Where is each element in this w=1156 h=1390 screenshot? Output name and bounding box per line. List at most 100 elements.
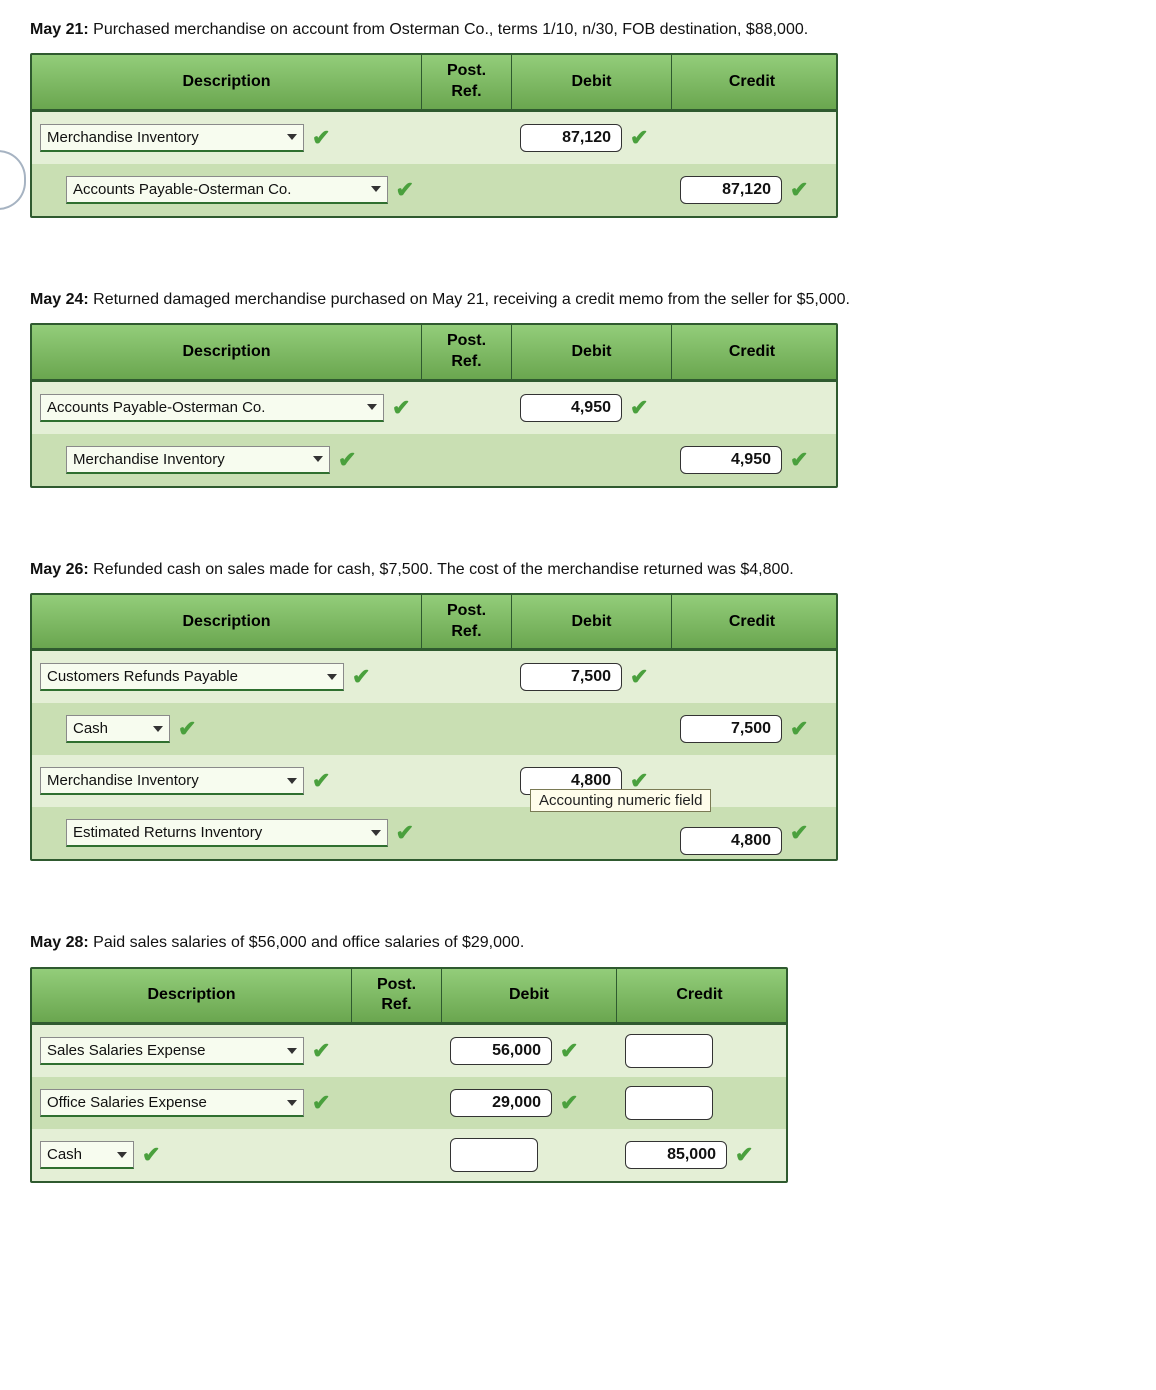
description-cell: Cash ✔ <box>32 1129 352 1181</box>
chevron-down-icon <box>327 674 337 680</box>
header-post-ref-label: Post. Ref. <box>447 331 486 373</box>
journal-row: Accounts Payable-Osterman Co.✔4,950✔ <box>32 382 836 434</box>
debit-input[interactable] <box>450 1138 538 1172</box>
check-icon: ✔ <box>392 397 410 419</box>
header-description-label: Description <box>182 73 270 91</box>
account-select[interactable]: Merchandise Inventory <box>66 446 330 474</box>
journal-row: Merchandise Inventory ✔87,120 ✔ <box>32 112 836 164</box>
check-icon: ✔ <box>142 1144 160 1166</box>
account-select-value: Cash <box>47 1146 82 1163</box>
account-select[interactable]: Merchandise Inventory <box>40 767 304 795</box>
description-cell: Merchandise Inventory ✔ <box>32 434 422 486</box>
credit-cell: Accounting numeric field4,800✔ <box>672 807 832 859</box>
debit-input[interactable]: 56,000 <box>450 1037 552 1065</box>
check-icon: ✔ <box>338 449 356 471</box>
header-post-ref: Post. Ref. <box>422 55 512 109</box>
check-icon: ✔ <box>790 822 808 844</box>
debit-cell <box>512 703 672 755</box>
debit-input[interactable]: 29,000 <box>450 1089 552 1117</box>
entry-text: Refunded cash on sales made for cash, $7… <box>93 561 794 578</box>
check-icon: ✔ <box>630 666 648 688</box>
account-select[interactable]: Customers Refunds Payable <box>40 663 344 691</box>
account-select-value: Cash <box>73 720 108 737</box>
credit-cell: 7,500 ✔ <box>672 703 832 755</box>
entry-prompt: May 24: Returned damaged merchandise pur… <box>30 288 1126 311</box>
account-select-value: Merchandise Inventory <box>47 129 199 146</box>
header-description-label: Description <box>182 343 270 361</box>
header-credit: Credit <box>617 969 782 1023</box>
credit-input[interactable] <box>625 1034 713 1068</box>
account-select[interactable]: Office Salaries Expense <box>40 1089 304 1117</box>
entry-text: Returned damaged merchandise purchased o… <box>93 291 850 308</box>
chevron-down-icon <box>287 1100 297 1106</box>
debit-input[interactable]: 4,950 <box>520 394 622 422</box>
header-debit: Debit <box>512 325 672 379</box>
header-credit: Credit <box>672 55 832 109</box>
description-cell: Accounts Payable-Osterman Co.✔ <box>32 164 422 216</box>
debit-cell: 29,000 ✔ <box>442 1077 617 1129</box>
chevron-down-icon <box>367 404 377 410</box>
debit-input[interactable]: 7,500 <box>520 663 622 691</box>
credit-input[interactable]: 7,500 <box>680 715 782 743</box>
check-icon: ✔ <box>630 127 648 149</box>
header-debit: Debit <box>512 595 672 649</box>
journal-row: Cash ✔7,500 ✔ <box>32 703 836 755</box>
journal-row: Customers Refunds Payable ✔ 7,500 ✔ <box>32 651 836 703</box>
journal-table: DescriptionPost. Ref.DebitCredit Customer… <box>30 593 838 862</box>
journal-row: Merchandise Inventory ✔ 4,950 ✔ <box>32 434 836 486</box>
post-ref-cell <box>422 807 512 859</box>
account-select-value: Merchandise Inventory <box>47 772 199 789</box>
chevron-down-icon <box>371 186 381 192</box>
header-post-ref: Post. Ref. <box>352 969 442 1023</box>
description-cell: Sales Salaries Expense ✔ <box>32 1025 352 1077</box>
debit-cell <box>512 164 672 216</box>
credit-input[interactable]: 85,000 <box>625 1141 727 1169</box>
check-icon: ✔ <box>312 1092 330 1114</box>
account-select-value: Estimated Returns Inventory <box>73 824 262 841</box>
post-ref-cell <box>422 382 512 434</box>
credit-cell <box>672 382 832 434</box>
credit-input[interactable]: 87,120 <box>680 176 782 204</box>
journal-row: Sales Salaries Expense ✔ 56,000✔ <box>32 1025 786 1077</box>
journal-header: DescriptionPost. Ref.DebitCredit <box>32 969 786 1026</box>
debit-cell: 56,000✔ <box>442 1025 617 1077</box>
post-ref-cell <box>422 434 512 486</box>
entry-text: Paid sales salaries of $56,000 and offic… <box>93 934 524 951</box>
journal-table: DescriptionPost. Ref.DebitCreditAccounts… <box>30 323 838 488</box>
header-description: Description <box>32 55 422 109</box>
journal-row: Merchandise Inventory✔4,800✔ <box>32 755 836 807</box>
credit-input[interactable]: 4,800 <box>680 827 782 855</box>
check-icon: ✔ <box>735 1144 753 1166</box>
account-select[interactable]: Sales Salaries Expense <box>40 1037 304 1065</box>
debit-cell: 87,120 ✔ <box>512 112 672 164</box>
account-select[interactable]: Cash <box>66 715 170 743</box>
header-debit: Debit <box>442 969 617 1023</box>
check-icon: ✔ <box>352 666 370 688</box>
credit-input[interactable] <box>625 1086 713 1120</box>
description-cell: Estimated Returns Inventory✔ <box>32 807 422 859</box>
post-ref-cell <box>422 164 512 216</box>
credit-input[interactable]: 4,950 <box>680 446 782 474</box>
debit-input[interactable]: 87,120 <box>520 124 622 152</box>
account-select[interactable]: Estimated Returns Inventory <box>66 819 388 847</box>
chevron-down-icon <box>153 726 163 732</box>
post-ref-cell <box>422 651 512 703</box>
journal-row: Office Salaries Expense ✔ 29,000 ✔ <box>32 1077 786 1129</box>
check-icon: ✔ <box>790 718 808 740</box>
account-select[interactable]: Accounts Payable-Osterman Co. <box>66 176 388 204</box>
credit-cell <box>617 1025 782 1077</box>
debit-cell: 7,500 ✔ <box>512 651 672 703</box>
header-post-ref: Post. Ref. <box>422 595 512 649</box>
header-post-ref: Post. Ref. <box>422 325 512 379</box>
header-description: Description <box>32 969 352 1023</box>
debit-cell <box>512 434 672 486</box>
credit-cell <box>617 1077 782 1129</box>
header-credit: Credit <box>672 595 832 649</box>
check-icon: ✔ <box>312 1040 330 1062</box>
account-select[interactable]: Cash <box>40 1141 134 1169</box>
account-select[interactable]: Accounts Payable-Osterman Co. <box>40 394 384 422</box>
chevron-down-icon <box>117 1152 127 1158</box>
check-icon: ✔ <box>560 1092 578 1114</box>
account-select[interactable]: Merchandise Inventory <box>40 124 304 152</box>
journal-header: DescriptionPost. Ref.DebitCredit <box>32 595 836 652</box>
